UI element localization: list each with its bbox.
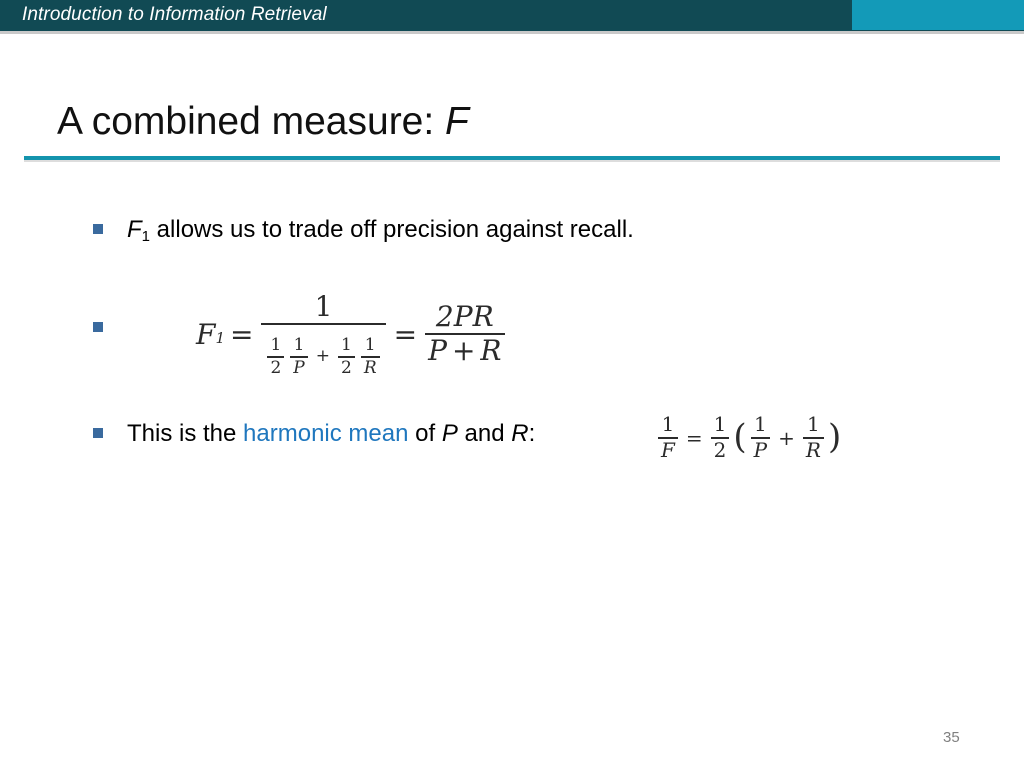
list-item-rest: allows us to trade off precision against… — [150, 216, 634, 243]
list-item: This is the harmonic mean of P and R: — [93, 419, 535, 449]
fraction-numerator: 1 — [293, 335, 305, 356]
fraction-one-over-p: 1 P — [290, 335, 308, 378]
denominator-var-p: P — [428, 334, 447, 368]
banner-title: Introduction to Information Retrieval — [22, 4, 327, 25]
formula-equals-2: = — [393, 317, 418, 351]
fraction-denominator: F — [661, 437, 675, 462]
fraction-one-half: 1 2 — [710, 412, 730, 462]
fraction-numerator: 1 — [314, 290, 333, 323]
formula-equals: = — [685, 425, 703, 450]
formula-f1-definition: F1 = 1 1 2 1 P + 1 2 1 R = 2PR P + R — [196, 290, 508, 377]
list-item-lead: This is the — [127, 420, 244, 447]
fraction-denominator: 2 — [340, 357, 352, 378]
fraction-denominator: R — [805, 437, 821, 462]
list-item — [93, 313, 103, 332]
fraction-denominator: 2 — [713, 437, 727, 462]
title-divider-shadow — [24, 160, 1000, 162]
list-item: F1 allows us to trade off precision agai… — [93, 215, 634, 248]
bullet-square-icon — [93, 428, 103, 438]
list-item-mid: of — [408, 420, 442, 447]
variable-r: R — [511, 420, 529, 447]
formula-fraction-1: 1 1 2 1 P + 1 2 1 R — [261, 290, 386, 377]
fraction-denominator: P — [753, 437, 768, 462]
highlight-harmonic-mean: harmonic mean — [243, 420, 409, 447]
fraction-bar — [261, 323, 386, 326]
subscript-one: 1 — [141, 228, 151, 245]
formula-plus-1: + — [315, 346, 330, 367]
fraction-numerator: 1 — [713, 412, 727, 436]
formula-lhs-subscript: 1 — [215, 329, 225, 348]
denominator-expression: 1 2 1 P + 1 2 1 R — [264, 336, 382, 377]
list-item-label: F1 allows us to trade off precision agai… — [127, 215, 634, 248]
bullet-square-icon — [93, 322, 103, 332]
close-paren: ) — [827, 417, 842, 458]
formula-lhs-var: F — [196, 317, 216, 351]
page-title: A combined measure: F — [57, 99, 469, 145]
page-title-text: A combined measure: — [57, 100, 446, 143]
fraction-numerator: 1 — [270, 335, 282, 356]
banner-underline — [0, 31, 1024, 34]
fraction-numerator: 2PR — [435, 300, 494, 334]
fraction-one-over-p: 1 P — [750, 412, 771, 462]
formula-plus: + — [778, 425, 795, 450]
formula-plus-2: + — [451, 334, 476, 368]
variable-p: P — [441, 420, 458, 447]
fraction-numerator: 1 — [364, 335, 376, 356]
list-item-label: This is the harmonic mean of P and R: — [127, 419, 535, 449]
fraction-one-over-f: 1 F — [658, 412, 678, 462]
open-paren: ( — [733, 417, 747, 458]
bullet-square-icon — [93, 224, 103, 234]
fraction-numerator: 1 — [661, 412, 675, 436]
page-number: 35 — [943, 729, 960, 746]
variable-f: F — [127, 216, 142, 243]
formula-equals-1: = — [229, 317, 254, 351]
fraction-numerator: 1 — [754, 412, 767, 436]
page-title-symbol: F — [445, 100, 469, 143]
fraction-numerator: 1 — [807, 412, 820, 436]
banner-accent-block — [852, 0, 1024, 30]
formula-harmonic-mean: 1 F = 1 2 ( 1 P + 1 R ) — [655, 412, 842, 462]
fraction-one-over-r: 1 R — [802, 412, 824, 462]
list-item-colon: : — [528, 420, 536, 447]
fraction-denominator: R — [363, 357, 377, 378]
fraction-denominator: P — [293, 357, 305, 378]
fraction-one-over-r: 1 R — [360, 335, 380, 378]
denominator-var-r: R — [480, 334, 502, 368]
list-item-and: and — [457, 420, 512, 447]
fraction-one-half-b: 1 2 — [337, 335, 355, 378]
formula-fraction-2: 2PR P + R — [425, 300, 505, 366]
fraction-denominator: 2 — [270, 357, 282, 378]
fraction-denominator: 1 2 1 P + 1 2 1 R — [261, 326, 385, 377]
fraction-denominator: P + R — [425, 336, 504, 366]
fraction-one-half-a: 1 2 — [267, 335, 285, 378]
fraction-numerator: 1 — [340, 335, 352, 356]
